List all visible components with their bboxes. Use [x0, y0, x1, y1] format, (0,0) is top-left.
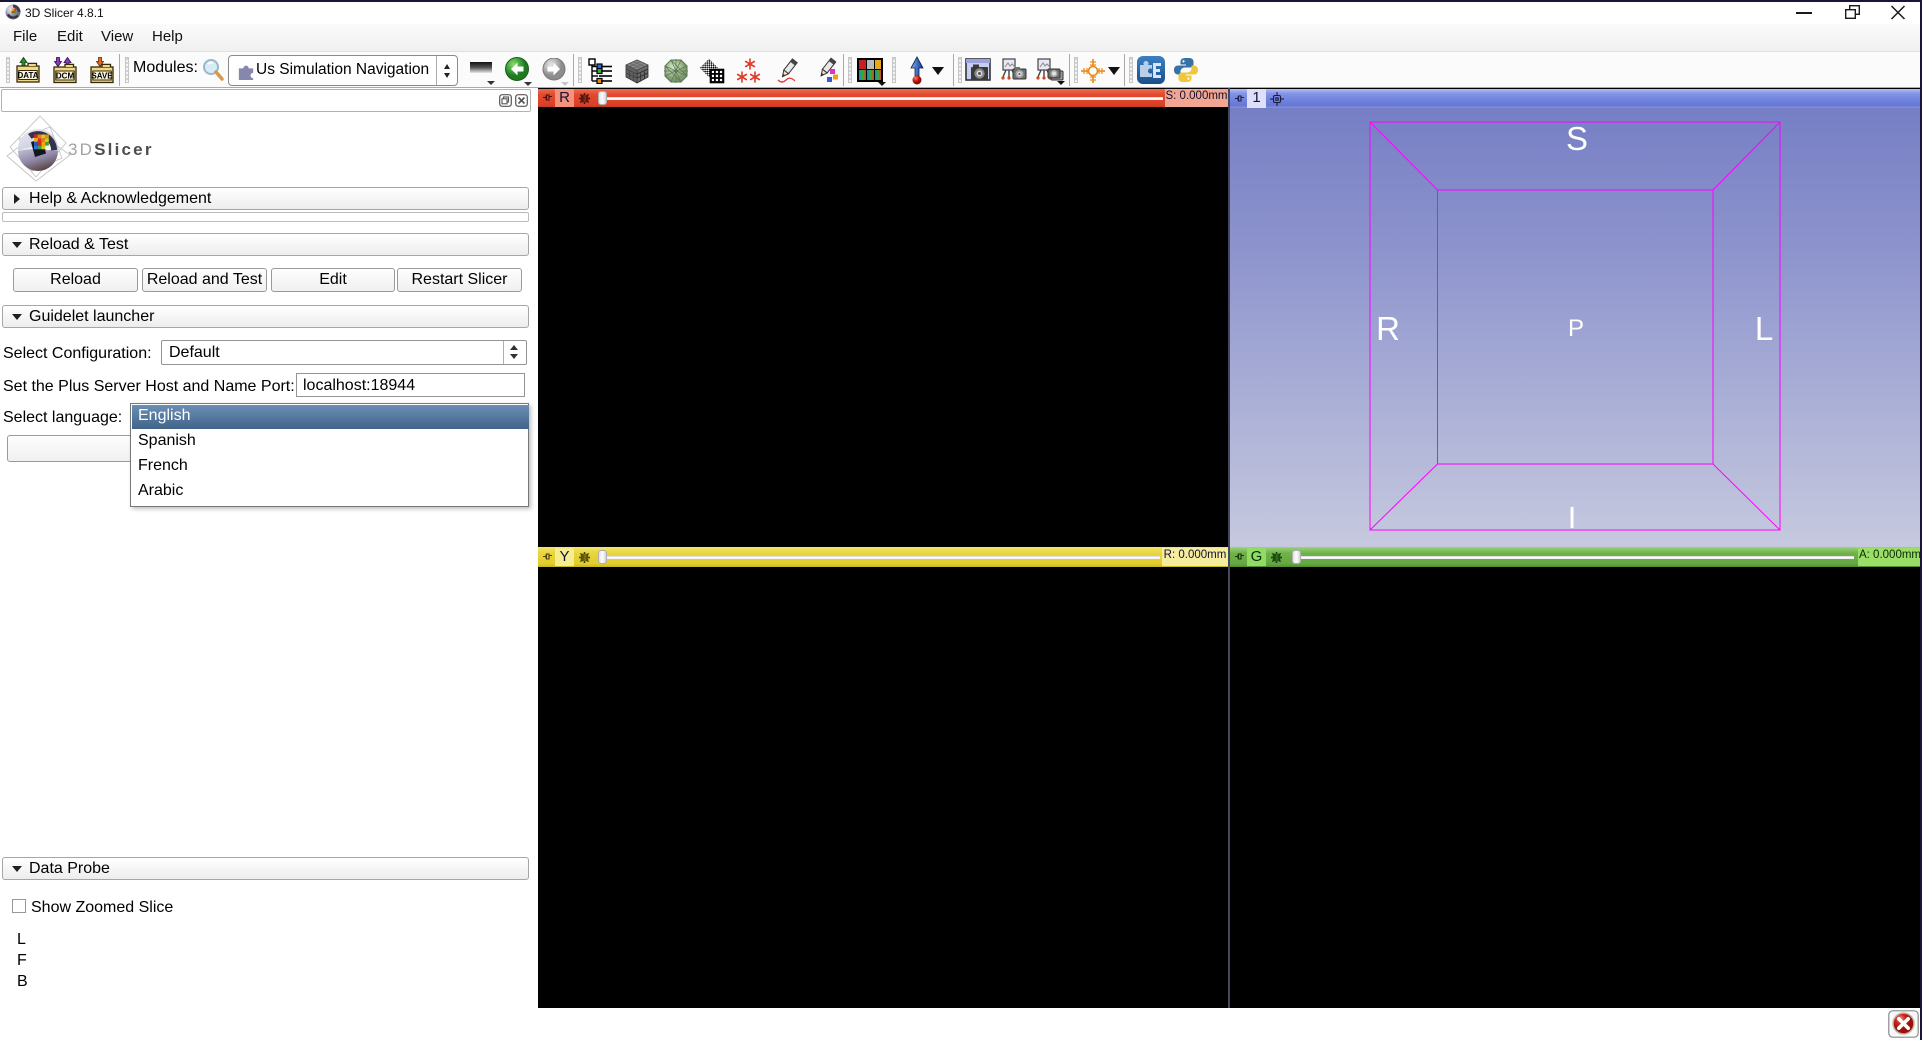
- svg-text:L: L: [1755, 310, 1773, 347]
- svg-text:SAVE: SAVE: [91, 71, 113, 80]
- svg-text:P: P: [1568, 315, 1584, 342]
- svg-text:3DSlicer: 3DSlicer: [68, 140, 154, 159]
- svg-text:R: R: [1376, 310, 1400, 347]
- svg-text:DATA: DATA: [17, 71, 38, 80]
- svg-text:DCM: DCM: [56, 71, 75, 80]
- svg-text:S: S: [1566, 120, 1588, 157]
- svg-text:I: I: [1568, 500, 1577, 535]
